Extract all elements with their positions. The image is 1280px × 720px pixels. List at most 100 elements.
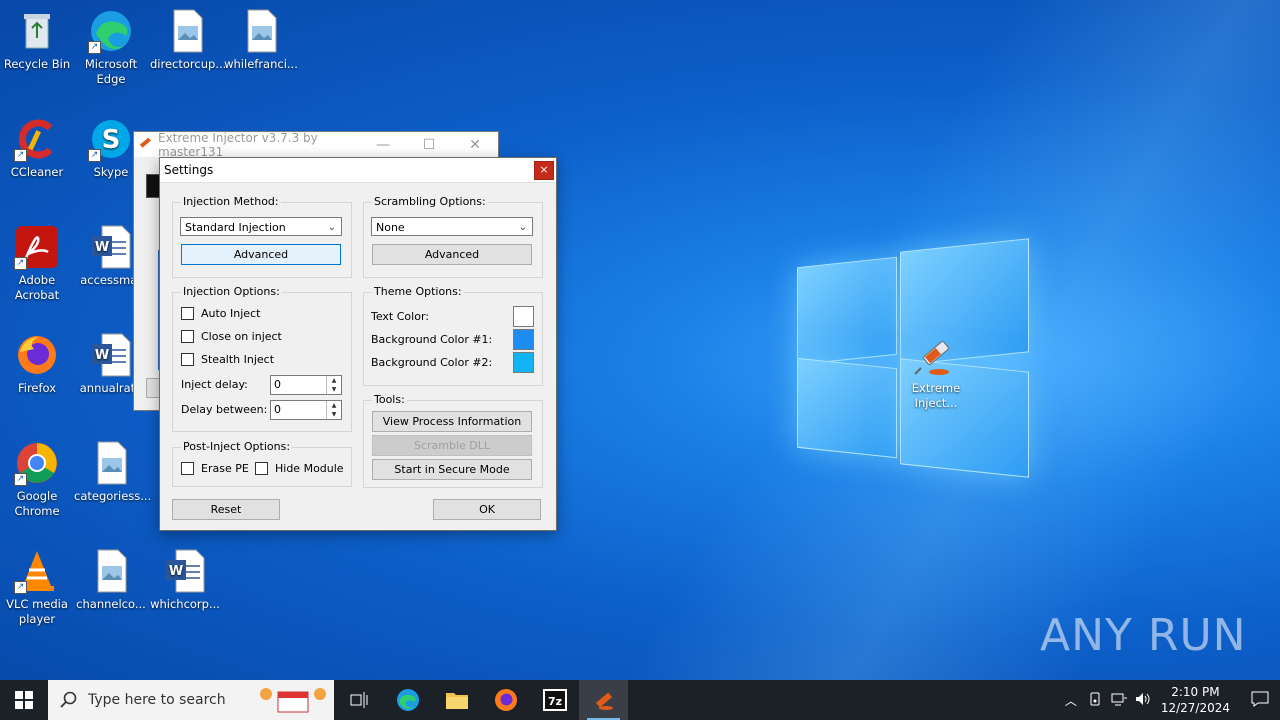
ok-button[interactable]: OK [433, 499, 541, 520]
bg-color-2-swatch[interactable] [513, 352, 534, 373]
image-file-icon [88, 440, 134, 486]
desktop-icon-label: whichcorp... [150, 597, 220, 611]
chrome-icon: ↗ [14, 440, 60, 486]
delay-between-label: Delay between: [181, 403, 268, 416]
chevron-down-icon: ⌄ [327, 222, 336, 233]
dialog-titlebar[interactable]: Settings × [160, 158, 556, 183]
volume-icon[interactable] [1131, 692, 1155, 709]
inject-delay-label: Inject delay: [181, 378, 248, 391]
desktop-icon-chrome[interactable]: ↗ Google Chrome [0, 440, 74, 519]
syringe-icon [595, 692, 613, 710]
desktop-icon-ccleaner[interactable]: ↗ CCleaner [0, 116, 74, 180]
shortcut-arrow-icon: ↗ [14, 581, 27, 594]
desktop-icon-label: Microsoft Edge [84, 57, 138, 86]
injection-method-group: Injection Method: [172, 195, 352, 278]
desktop-icon-label: Google Chrome [14, 489, 60, 518]
desktop-icon-recycle-bin[interactable]: Recycle Bin [0, 8, 74, 72]
taskbar-clock[interactable]: 2:10 PM 12/27/2024 [1161, 684, 1230, 716]
clock-date: 12/27/2024 [1160, 701, 1230, 715]
anyrun-watermark: ANY RUN [1040, 610, 1247, 661]
reset-button[interactable]: Reset [172, 499, 280, 520]
minimize-button[interactable]: — [360, 137, 406, 153]
recycle-bin-icon [14, 8, 60, 54]
desktop-icon-whilefranci[interactable]: whilefranci... [224, 8, 298, 72]
taskbar-search-box[interactable]: Type here to search [48, 680, 334, 720]
word-doc-icon: W [88, 332, 134, 378]
scramble-dll-button[interactable]: Scramble DLL [372, 435, 532, 456]
taskbar-edge-button[interactable] [383, 680, 432, 720]
task-view-icon [350, 692, 367, 708]
scrambling-advanced-button[interactable]: Advanced [372, 244, 532, 265]
stealth-inject-checkbox[interactable]: Stealth Inject [181, 353, 274, 366]
injection-method-select[interactable]: Standard Injection ⌄ [180, 217, 342, 236]
dialog-title: Settings [164, 163, 214, 177]
desktop-icon-categoriess[interactable]: categoriess... [74, 440, 152, 504]
ccleaner-icon: ↗ [14, 116, 60, 162]
desktop-icon-extreme-injector[interactable]: Extreme Inject... [899, 332, 973, 411]
desktop-icon-directorcup[interactable]: directorcup... [150, 8, 226, 72]
spinner-arrows-icon[interactable]: ▲ ▼ [326, 376, 341, 394]
erase-pe-checkbox[interactable]: Erase PE [181, 462, 249, 475]
group-label: Post-Inject Options: [181, 440, 293, 453]
checkbox-box[interactable] [255, 462, 268, 475]
desktop-icon-channelco[interactable]: channelco... [74, 548, 148, 612]
desktop-icon-label: Adobe Acrobat [14, 273, 60, 302]
task-view-button[interactable] [334, 680, 383, 720]
shortcut-arrow-icon: ↗ [14, 149, 27, 162]
skype-icon: S ↗ [88, 116, 134, 162]
taskbar-7zip-button[interactable]: 7z [530, 680, 579, 720]
taskbar-firefox-button[interactable] [481, 680, 530, 720]
image-file-icon [164, 8, 210, 54]
checkbox-box[interactable] [181, 353, 194, 366]
close-button[interactable]: × [534, 160, 554, 180]
close-button[interactable]: ✕ [452, 137, 498, 153]
taskbar-explorer-button[interactable] [432, 680, 481, 720]
vlc-icon: ↗ [14, 548, 60, 594]
text-color-swatch[interactable] [513, 306, 534, 327]
window-title: Extreme Injector v3.7.3 by master131 [158, 130, 318, 159]
spinner-arrows-icon[interactable]: ▲ ▼ [326, 401, 341, 419]
close-on-inject-checkbox[interactable]: Close on inject [181, 330, 282, 343]
start-button[interactable] [0, 680, 48, 720]
settings-dialog[interactable]: Settings × Injection Method: Standard In… [159, 157, 557, 531]
desktop-icon-vlc[interactable]: ↗ VLC media player [0, 548, 74, 627]
shortcut-arrow-icon: ↗ [14, 257, 27, 270]
desktop-icon-label: CCleaner [10, 165, 64, 179]
checkbox-label: Close on inject [201, 330, 282, 343]
injection-advanced-button[interactable]: Advanced [181, 244, 341, 265]
checkbox-box[interactable] [181, 462, 194, 475]
desktop-icon-label: Firefox [17, 381, 57, 395]
desktop-icon-acrobat[interactable]: ↗ Adobe Acrobat [0, 224, 74, 303]
desktop-icon-whichcorp[interactable]: W whichcorp... [148, 548, 222, 612]
maximize-button[interactable]: ☐ [406, 137, 452, 153]
secure-mode-button[interactable]: Start in Secure Mode [372, 459, 532, 480]
inject-delay-spinner[interactable]: 0 ▲ ▼ [270, 375, 342, 395]
spinner-value: 0 [274, 378, 281, 391]
bg-color-1-swatch[interactable] [513, 329, 534, 350]
svg-text:S: S [102, 125, 121, 155]
notification-icon[interactable] [1240, 691, 1280, 710]
network-icon[interactable] [1107, 692, 1131, 709]
desktop-icon-firefox[interactable]: Firefox [0, 332, 74, 396]
view-process-info-button[interactable]: View Process Information [372, 411, 532, 432]
auto-inject-checkbox[interactable]: Auto Inject [181, 307, 260, 320]
desktop-icon-label: categoriess... [74, 489, 152, 503]
hide-module-checkbox[interactable]: Hide Module [255, 462, 344, 475]
folder-icon [445, 693, 468, 709]
delay-between-spinner[interactable]: 0 ▲ ▼ [270, 400, 342, 420]
desktop-icon-edge[interactable]: ↗ Microsoft Edge [74, 8, 148, 87]
text-color-label: Text Color: [371, 310, 429, 323]
taskbar: Type here to search 7z ︿ 2:10 PM 12/27/2… [0, 680, 1280, 720]
checkbox-box[interactable] [181, 307, 194, 320]
calendar-icon [258, 684, 328, 720]
shortcut-arrow-icon: ↗ [88, 149, 101, 162]
chevron-up-icon[interactable]: ︿ [1059, 692, 1083, 709]
window-titlebar[interactable]: Extreme Injector v3.7.3 by master131 — ☐… [134, 130, 498, 159]
scrambling-select[interactable]: None ⌄ [371, 217, 533, 236]
word-doc-icon: W [88, 224, 134, 270]
network-device-icon[interactable] [1083, 692, 1107, 709]
desktop-icon-label: Skype [93, 165, 129, 179]
checkbox-box[interactable] [181, 330, 194, 343]
group-label: Scrambling Options: [372, 195, 488, 208]
taskbar-extreme-injector-button[interactable] [579, 680, 628, 720]
